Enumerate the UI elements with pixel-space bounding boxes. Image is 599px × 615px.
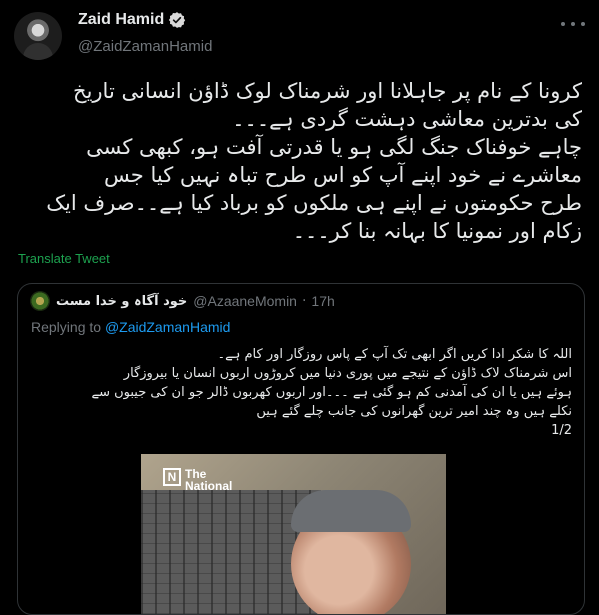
replying-to: Replying to @ZaidZamanHamid xyxy=(31,319,230,335)
author-avatar[interactable] xyxy=(14,12,62,60)
quoted-author-handle[interactable]: @AzaaneMomin xyxy=(193,293,297,309)
more-dot xyxy=(561,22,565,26)
more-dot xyxy=(581,22,585,26)
translate-tweet-link[interactable]: Translate Tweet xyxy=(18,251,110,266)
verified-icon xyxy=(168,11,186,29)
quoted-author-name[interactable]: خود آگاہ و خدا مست xyxy=(56,294,187,309)
tweet-text: کرونا کے نام پر جاہلانا اور شرمناک لوک ڈ… xyxy=(46,79,582,243)
author-handle[interactable]: @ZaidZamanHamid xyxy=(78,38,212,55)
media-logo-text: The National xyxy=(185,467,233,493)
separator-dot: · xyxy=(301,293,307,309)
quoted-author-avatar[interactable] xyxy=(30,291,50,311)
author-name[interactable]: Zaid Hamid xyxy=(78,11,164,29)
quoted-author-row: خود آگاہ و خدا مست @AzaaneMomin · 17h xyxy=(56,293,335,309)
quoted-tweet-time[interactable]: 17h xyxy=(311,293,334,309)
quoted-video-thumbnail[interactable]: N The National xyxy=(141,454,446,614)
media-logo: N The National xyxy=(163,468,232,492)
media-cap xyxy=(291,490,411,532)
more-dot xyxy=(571,22,575,26)
tweet: Zaid Hamid @ZaidZamanHamid کرونا کے نام … xyxy=(0,0,599,615)
replying-handle-link[interactable]: @ZaidZamanHamid xyxy=(105,319,230,335)
author-name-row: Zaid Hamid xyxy=(78,11,186,29)
media-logo-mark: N xyxy=(163,468,181,486)
more-options-icon[interactable] xyxy=(561,16,585,32)
quoted-tweet[interactable]: خود آگاہ و خدا مست @AzaaneMomin · 17h Re… xyxy=(17,283,585,615)
replying-prefix: Replying to xyxy=(31,319,105,335)
quoted-tweet-text: اللہ کا شکر ادا کریں اگر ابھی تک آپ کے پ… xyxy=(91,347,572,438)
